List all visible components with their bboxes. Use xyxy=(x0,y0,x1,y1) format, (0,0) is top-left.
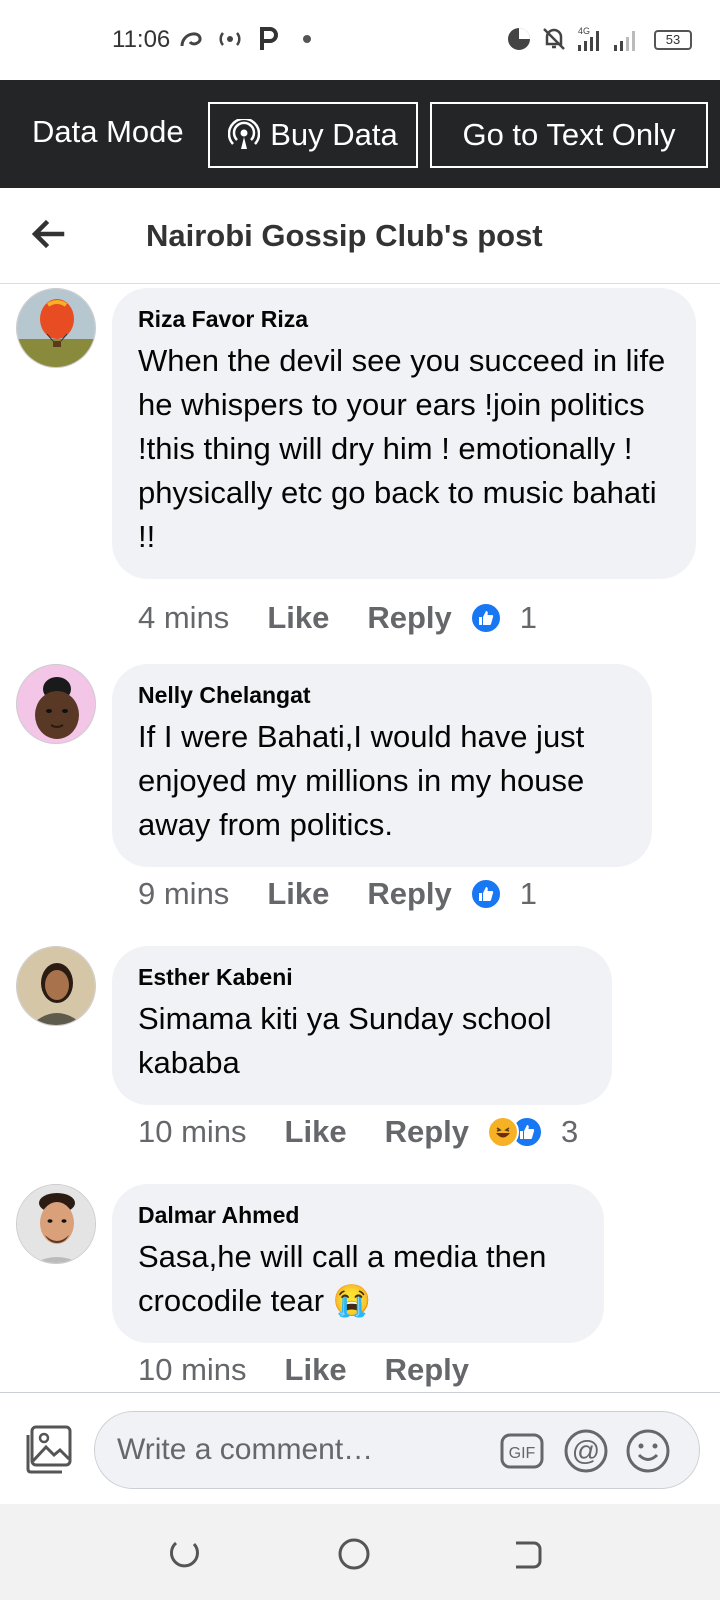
p-icon xyxy=(258,24,280,54)
mute-icon xyxy=(540,24,568,54)
comment-bubble[interactable]: Riza Favor Riza When the devil see you s… xyxy=(112,288,696,579)
thumbs-up-icon xyxy=(469,878,502,910)
reaction-count: 1 xyxy=(519,876,538,911)
mention-label: @ xyxy=(572,1435,600,1466)
comment-meta: 10 mins Like Reply xyxy=(138,1350,507,1390)
comment-meta: 9 mins Like Reply 1 xyxy=(138,874,537,914)
reaction-summary[interactable]: 1 xyxy=(469,876,538,912)
comment-bubble[interactable]: Esther Kabeni Simama kiti ya Sunday scho… xyxy=(112,946,612,1105)
data-saver-icon xyxy=(506,24,532,54)
buy-data-label: Buy Data xyxy=(270,117,398,152)
post-header: Nairobi Gossip Club's post xyxy=(0,188,720,284)
reaction-summary[interactable]: 3 xyxy=(487,1114,578,1150)
comment-text: Sasa,he will call a media then crocodile… xyxy=(138,1239,547,1318)
like-button[interactable]: Like xyxy=(285,1352,347,1388)
comment-text: Simama kiti ya Sunday school kababa xyxy=(138,1001,552,1080)
data-mode-label: Data Mode xyxy=(32,114,184,149)
reaction-count: 1 xyxy=(519,600,538,635)
back-arrow-icon[interactable] xyxy=(28,214,68,254)
like-button[interactable]: Like xyxy=(267,600,329,636)
reaction-count: 3 xyxy=(561,1114,579,1149)
comment-text: If I were Bahati,I would have just enjoy… xyxy=(138,719,585,842)
recent-apps-icon[interactable] xyxy=(164,1534,204,1574)
signal-icon xyxy=(612,24,642,54)
reply-button[interactable]: Reply xyxy=(385,1114,469,1150)
data-mode-bar: Data Mode Buy Data Go to Text Only xyxy=(0,80,720,188)
system-nav-bar xyxy=(0,1504,720,1600)
signal-4g-icon: 4G xyxy=(576,24,606,54)
reaction-summary[interactable]: 1 xyxy=(469,600,538,636)
text-only-button[interactable]: Go to Text Only xyxy=(430,102,708,168)
gif-label: GIF xyxy=(509,1445,536,1462)
comment-time[interactable]: 9 mins xyxy=(138,876,229,912)
comment-bubble[interactable]: Dalmar Ahmed Sasa,he will call a media t… xyxy=(112,1184,604,1343)
comment-meta: 10 mins Like Reply 3 xyxy=(138,1112,578,1152)
dot-icon xyxy=(302,24,312,54)
comment-time[interactable]: 4 mins xyxy=(138,600,229,636)
comment-author[interactable]: Riza Favor Riza xyxy=(138,306,670,333)
back-icon[interactable] xyxy=(506,1534,546,1574)
reply-button[interactable]: Reply xyxy=(367,600,451,636)
svg-text:4G: 4G xyxy=(578,26,590,36)
avatar[interactable] xyxy=(16,946,96,1026)
comment-composer: GIF @ xyxy=(0,1392,720,1504)
comment-author[interactable]: Nelly Chelangat xyxy=(138,682,626,709)
comment-time[interactable]: 10 mins xyxy=(138,1114,247,1150)
emoji-icon[interactable] xyxy=(625,1428,671,1474)
comment-meta: 4 mins Like Reply 1 xyxy=(138,598,537,638)
gif-icon[interactable]: GIF xyxy=(499,1428,545,1474)
status-bar: 11:06 4G 53 xyxy=(0,0,720,80)
broadcast-icon xyxy=(228,119,261,149)
page-title: Nairobi Gossip Club's post xyxy=(146,218,543,253)
avatar[interactable] xyxy=(16,664,96,744)
swirl-icon xyxy=(178,24,204,54)
battery-icon: 53 xyxy=(654,30,692,50)
comment-author[interactable]: Dalmar Ahmed xyxy=(138,1202,578,1229)
avatar[interactable] xyxy=(16,288,96,368)
comment-time[interactable]: 10 mins xyxy=(138,1352,247,1388)
status-time: 11:06 xyxy=(112,26,171,53)
text-only-label: Go to Text Only xyxy=(462,117,676,152)
reply-button[interactable]: Reply xyxy=(367,876,451,912)
comment-text: When the devil see you succeed in life h… xyxy=(138,343,666,554)
reply-button[interactable]: Reply xyxy=(385,1352,469,1388)
hotspot-icon xyxy=(216,24,244,54)
mention-icon[interactable]: @ xyxy=(563,1428,609,1474)
thumbs-up-icon xyxy=(469,602,502,634)
buy-data-button[interactable]: Buy Data xyxy=(208,102,418,168)
like-button[interactable]: Like xyxy=(267,876,329,912)
haha-icon xyxy=(487,1116,519,1148)
comment-input[interactable] xyxy=(117,1430,497,1470)
home-icon[interactable] xyxy=(334,1534,374,1574)
comment-bubble[interactable]: Nelly Chelangat If I were Bahati,I would… xyxy=(112,664,652,867)
photo-icon[interactable] xyxy=(20,1423,74,1477)
avatar[interactable] xyxy=(16,1184,96,1264)
comment-input-box[interactable]: GIF @ xyxy=(94,1411,700,1489)
comment-author[interactable]: Esther Kabeni xyxy=(138,964,586,991)
like-button[interactable]: Like xyxy=(285,1114,347,1150)
